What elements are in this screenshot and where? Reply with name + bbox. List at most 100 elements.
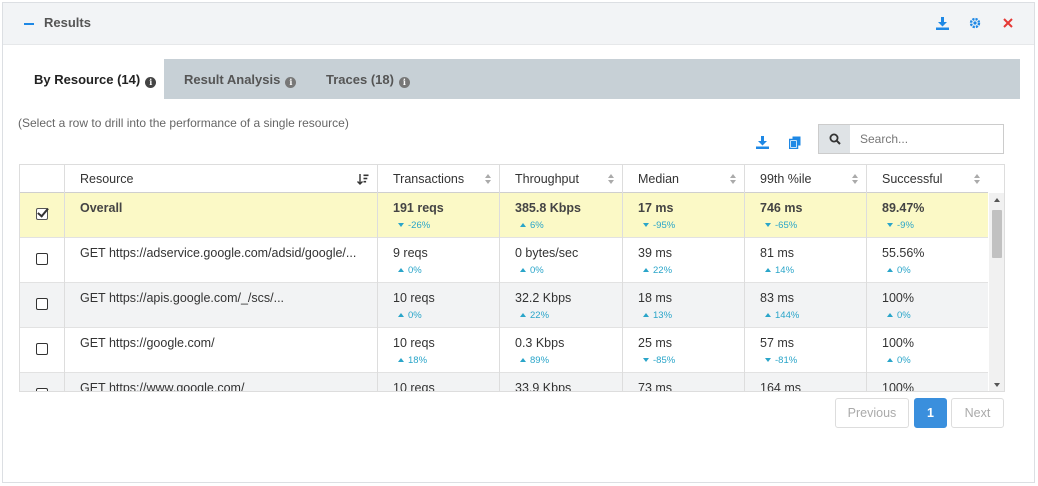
table-row[interactable]: GET https://apis.google.com/_/scs/... 10 … xyxy=(20,283,988,328)
trend-up-icon xyxy=(520,358,526,362)
column-header-transactions[interactable]: Transactions xyxy=(377,165,499,193)
trend-up-icon xyxy=(398,358,404,362)
successful-value: 100% xyxy=(882,381,914,392)
search-icon[interactable] xyxy=(819,125,850,153)
delta-text: -85% xyxy=(653,355,676,366)
column-header-median[interactable]: Median xyxy=(622,165,744,193)
tab-bar: By Resource (14) i Result Analysis i Trace… xyxy=(18,59,1020,99)
download-icon[interactable] xyxy=(935,15,949,31)
trend-up-icon xyxy=(887,268,893,272)
successful-value: 100% xyxy=(882,336,914,350)
successful-cell: 100% 0% xyxy=(866,283,988,328)
p99-value: 81 ms xyxy=(760,246,795,260)
trend-up-icon xyxy=(643,268,649,272)
throughput-delta: 89% xyxy=(520,355,549,366)
resource-cell: GET https://www.google.com/ xyxy=(64,373,377,391)
p99-delta: 144% xyxy=(765,310,799,321)
delta-text: 0% xyxy=(408,265,422,276)
trend-up-icon xyxy=(398,268,404,272)
scroll-up-icon[interactable] xyxy=(994,198,1000,202)
column-header-throughput[interactable]: Throughput xyxy=(499,165,622,193)
search-input[interactable] xyxy=(850,125,1003,153)
transactions-delta: 0% xyxy=(398,310,422,321)
throughput-value: 0 bytes/sec xyxy=(515,246,579,260)
transactions-cell: 191 reqs -26% xyxy=(377,193,499,238)
sort-desc-icon[interactable] xyxy=(357,173,369,185)
row-checkbox[interactable] xyxy=(36,253,48,265)
row-checkbox[interactable] xyxy=(36,388,48,391)
tab-traces[interactable]: Traces (18) i xyxy=(310,59,430,99)
median-delta: 13% xyxy=(643,310,672,321)
transactions-value: 10 reqs xyxy=(393,291,435,305)
throughput-cell: 385.8 Kbps 6% xyxy=(499,193,622,238)
table-scrollbar[interactable] xyxy=(989,193,1004,391)
table-header: Resource Transactions Throughput Median … xyxy=(20,165,988,193)
trend-up-icon xyxy=(398,313,404,317)
p99-cell: 81 ms 14% xyxy=(744,238,866,283)
throughput-value: 385.8 Kbps xyxy=(515,201,582,215)
resource-cell: GET https://apis.google.com/_/scs/... xyxy=(64,283,377,328)
column-label: Successful xyxy=(882,172,943,186)
drilldown-hint: (Select a row to drill into the performa… xyxy=(18,116,349,130)
copy-icon[interactable] xyxy=(788,136,805,152)
tab-by-resource[interactable]: By Resource (14) i xyxy=(18,59,164,99)
throughput-cell: 32.2 Kbps 22% xyxy=(499,283,622,328)
transactions-delta: 0% xyxy=(398,265,422,276)
resource-name: Overall xyxy=(80,201,123,215)
close-icon[interactable] xyxy=(1001,15,1015,31)
scrollbar-thumb[interactable] xyxy=(992,210,1002,258)
column-label: Resource xyxy=(80,172,134,186)
row-checkbox[interactable] xyxy=(36,298,48,310)
resource-cell: Overall xyxy=(64,193,377,238)
page-1-button[interactable]: 1 xyxy=(914,398,947,428)
column-label: 99th %ile xyxy=(760,172,812,186)
delta-text: 89% xyxy=(530,355,550,366)
trend-up-icon xyxy=(765,313,771,317)
minus-icon[interactable] xyxy=(24,23,34,25)
download-icon[interactable] xyxy=(756,136,772,152)
median-cell: 17 ms -95% xyxy=(622,193,744,238)
successful-value: 55.56% xyxy=(882,246,925,260)
table-row[interactable]: GET https://adservice.google.com/adsid/g… xyxy=(20,238,988,283)
trend-down-icon xyxy=(765,358,771,362)
table-row[interactable]: Overall 191 reqs -26% 385.8 Kbps 6% 17 ms -95%… xyxy=(20,193,988,238)
sort-icon xyxy=(485,174,492,184)
sort-icon xyxy=(974,174,981,184)
select-cell xyxy=(20,238,64,283)
table-row[interactable]: GET https://google.com/10 reqs 18% 0.3 Kbp… xyxy=(20,328,988,373)
transactions-value: 191 reqs xyxy=(393,201,444,215)
column-header-resource[interactable]: Resource xyxy=(64,165,377,193)
info-icon: i xyxy=(398,77,410,88)
p99-value: 83 ms xyxy=(760,291,795,305)
throughput-value: 33.9 Kbps xyxy=(515,381,572,392)
previous-page-button[interactable]: Previous xyxy=(835,398,909,428)
delta-text: 0% xyxy=(530,265,544,276)
tab-result-analysis[interactable]: Result Analysis i xyxy=(168,59,308,99)
transactions-cell: 10 reqs xyxy=(377,373,499,391)
column-header-successful[interactable]: Successful xyxy=(866,165,988,193)
delta-text: 0% xyxy=(897,355,911,366)
row-checkbox[interactable] xyxy=(36,208,48,220)
row-checkbox[interactable] xyxy=(36,343,48,355)
trend-up-icon xyxy=(643,313,649,317)
table-row[interactable]: GET https://www.google.com/10 reqs 33.9 K… xyxy=(20,373,988,392)
trend-down-icon xyxy=(643,223,649,227)
median-delta: 22% xyxy=(643,265,672,276)
tab-label: Result Analysis xyxy=(184,72,281,87)
transactions-value: 10 reqs xyxy=(393,336,435,350)
trend-up-icon xyxy=(887,313,893,317)
column-header-99th-percentile[interactable]: 99th %ile xyxy=(744,165,866,193)
info-icon: i xyxy=(285,77,297,88)
trend-up-icon xyxy=(887,358,893,362)
gear-icon[interactable] xyxy=(968,15,982,31)
successful-delta: 0% xyxy=(887,355,911,366)
next-page-button[interactable]: Next xyxy=(951,398,1004,428)
median-value: 18 ms xyxy=(638,291,673,305)
scroll-down-icon[interactable] xyxy=(994,383,1000,387)
transactions-value: 9 reqs xyxy=(393,246,428,260)
trend-up-icon xyxy=(520,223,526,227)
resource-cell: GET https://adservice.google.com/adsid/g… xyxy=(64,238,377,283)
throughput-value: 32.2 Kbps xyxy=(515,291,572,305)
trend-down-icon xyxy=(398,223,404,227)
successful-delta: -9% xyxy=(887,220,914,231)
